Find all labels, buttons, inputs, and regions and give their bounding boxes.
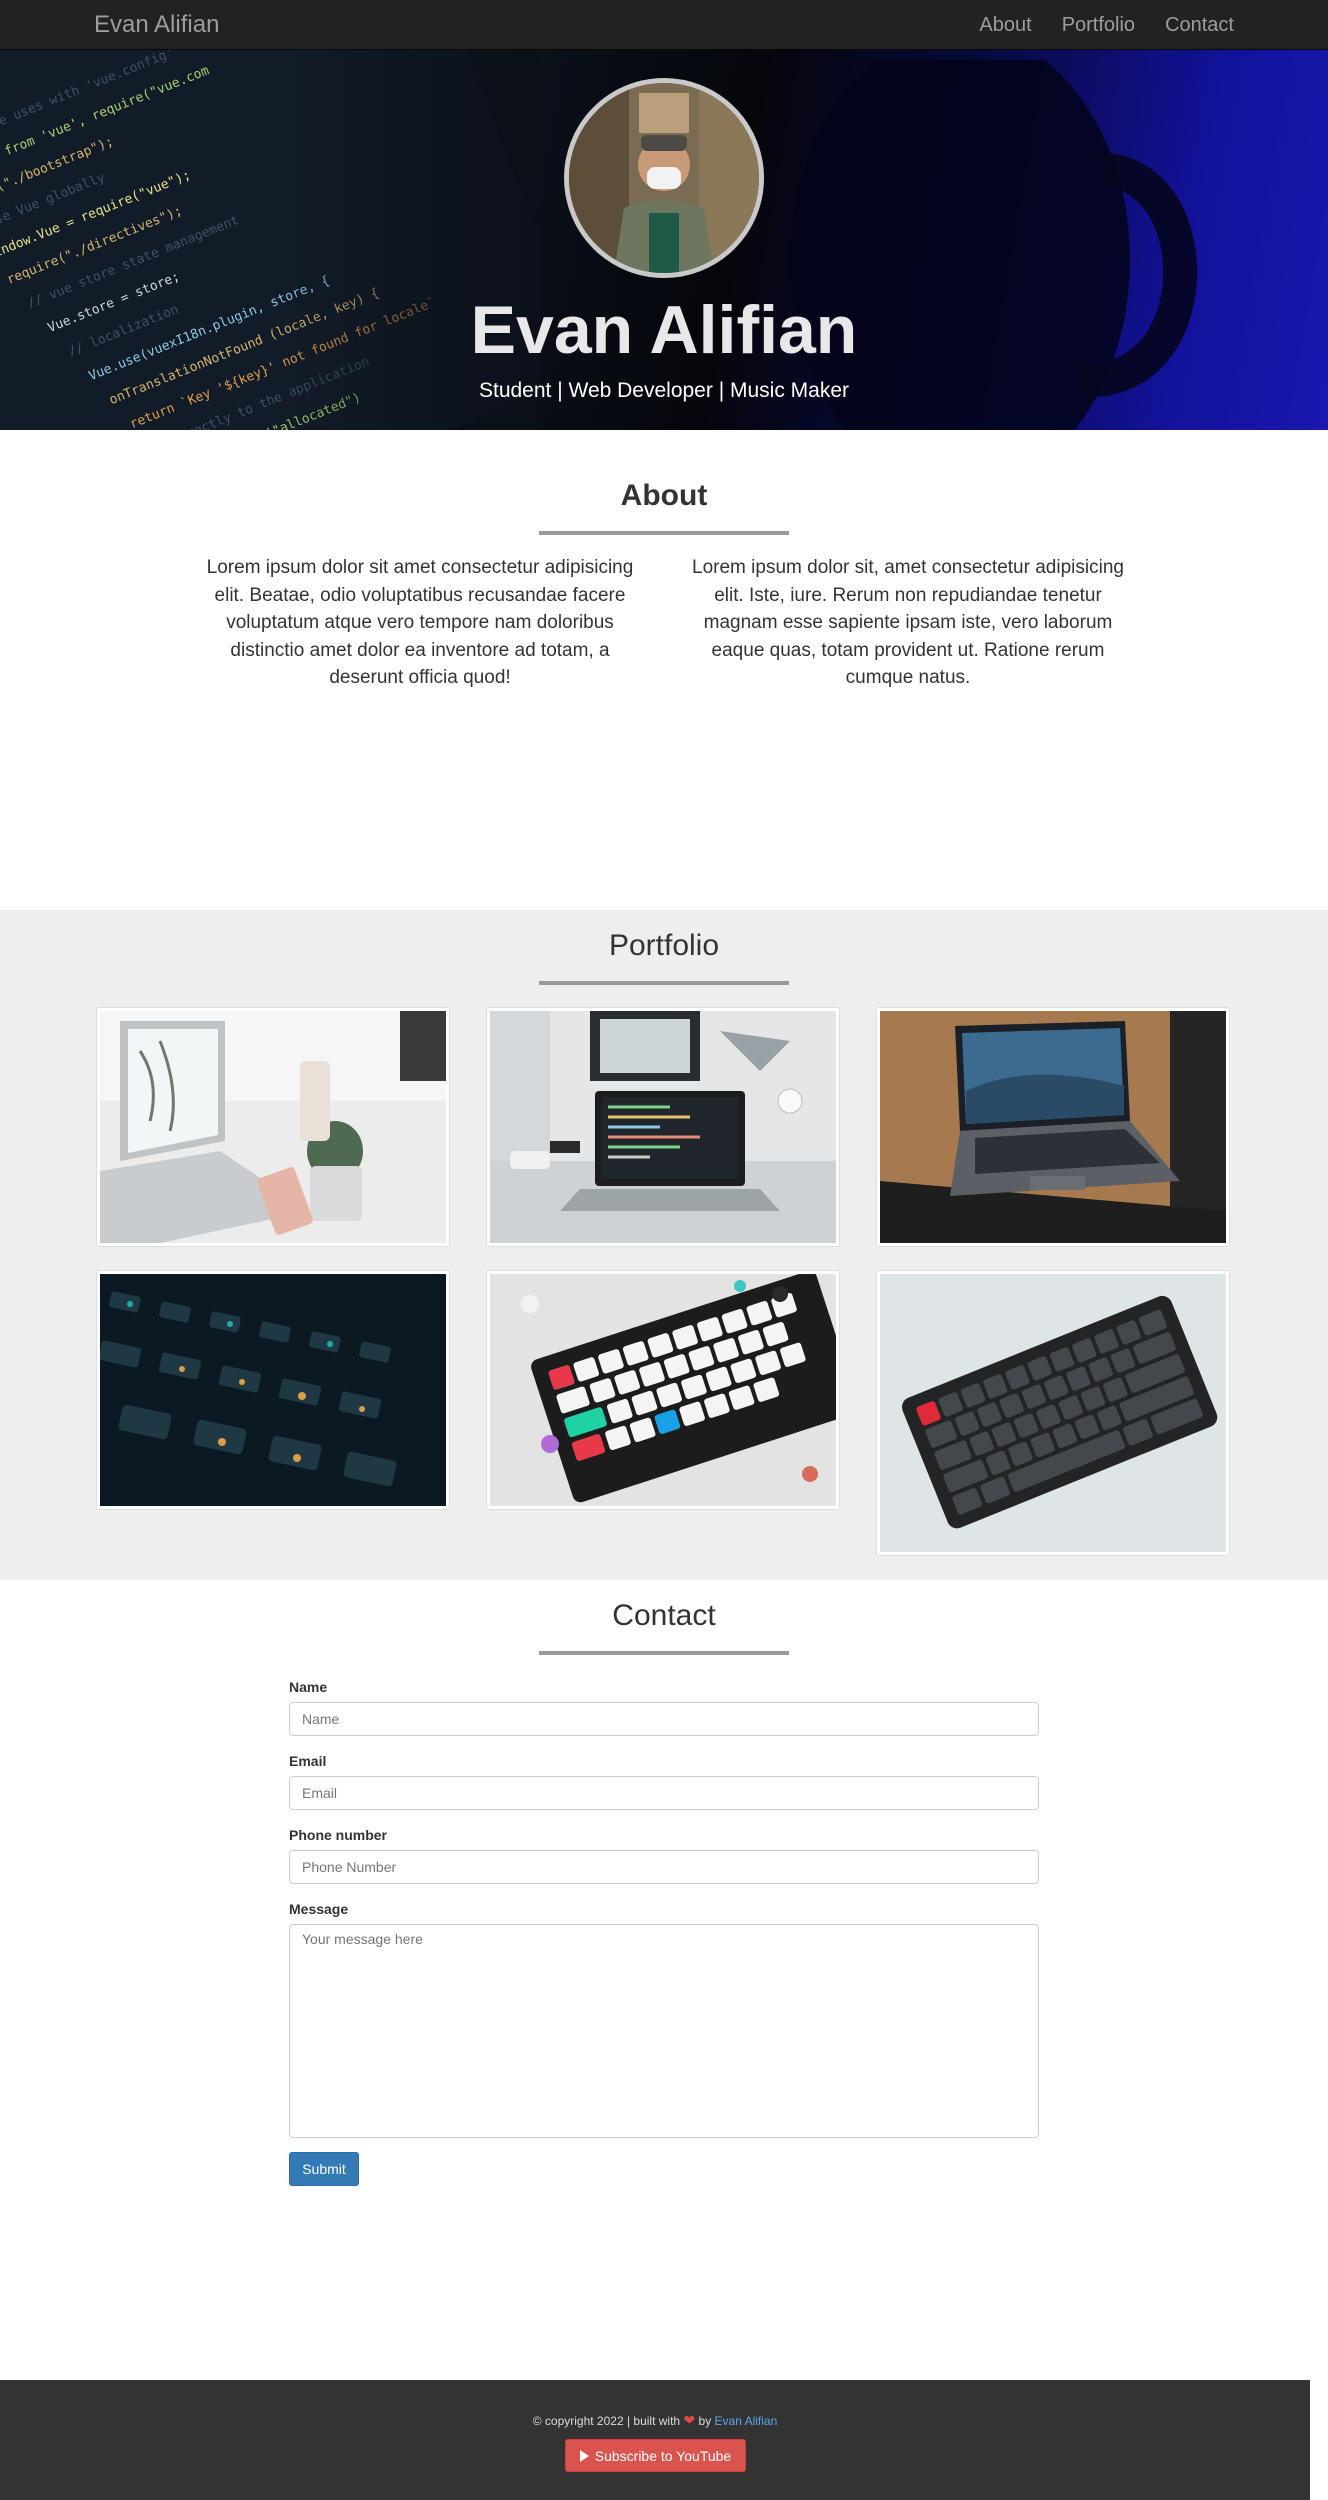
name-label: Name bbox=[289, 1679, 328, 1695]
footer: © copyright 2022 | built with ❤ by Evan … bbox=[0, 2380, 1310, 2500]
portfolio-thumbnail[interactable] bbox=[876, 1007, 1230, 1247]
name-field[interactable] bbox=[289, 1702, 1039, 1736]
portfolio-section: Portfolio bbox=[0, 910, 1328, 1580]
portfolio-thumbnail[interactable] bbox=[486, 1270, 840, 1510]
footer-copyright: © copyright 2022 | built with ❤ by Evan … bbox=[0, 2412, 1310, 2429]
portfolio-thumbnail[interactable] bbox=[96, 1007, 450, 1247]
subscribe-youtube-button[interactable]: Subscribe to YouTube bbox=[565, 2439, 746, 2472]
phone-label: Phone number bbox=[289, 1827, 388, 1843]
email-label: Email bbox=[289, 1753, 327, 1769]
profile-photo-icon bbox=[569, 83, 759, 273]
portfolio-thumbnail[interactable] bbox=[486, 1007, 840, 1247]
portfolio-title: Portfolio bbox=[608, 929, 720, 962]
nav-link-portfolio[interactable]: Portfolio bbox=[1062, 0, 1135, 50]
navbar: Evan Alifian About Portfolio Contact bbox=[0, 0, 1328, 50]
contact-section: Contact Name Email Phone number Message … bbox=[0, 1580, 1328, 2380]
navbar-links: About Portfolio Contact bbox=[949, 0, 1234, 50]
mug-background-image bbox=[790, 60, 1197, 430]
about-divider bbox=[539, 531, 789, 535]
portfolio-divider bbox=[539, 981, 789, 985]
avatar bbox=[564, 78, 764, 278]
copyright-by: by bbox=[698, 2414, 712, 2428]
email-field[interactable] bbox=[289, 1776, 1039, 1810]
heart-icon: ❤ bbox=[683, 2412, 696, 2428]
hero-tagline: Student | Web Developer | Music Maker bbox=[478, 379, 849, 402]
portfolio-thumbnail[interactable] bbox=[96, 1270, 450, 1510]
hero-jumbotron: // config file uses with 'vue.config' im… bbox=[0, 50, 1328, 430]
black-keyboard-photo-icon bbox=[880, 1274, 1226, 1552]
about-text-left: Lorem ipsum dolor sit amet consectetur a… bbox=[206, 557, 634, 688]
nav-link-about[interactable]: About bbox=[979, 0, 1031, 50]
mechanical-keyboard-colorful-photo-icon bbox=[490, 1274, 836, 1506]
submit-button[interactable]: Submit bbox=[289, 2152, 359, 2186]
code-background-image: // config file uses with 'vue.config' im… bbox=[0, 50, 540, 430]
navbar-brand[interactable]: Evan Alifian bbox=[94, 10, 219, 40]
contact-divider bbox=[539, 1651, 789, 1655]
message-field[interactable] bbox=[289, 1924, 1039, 2138]
portfolio-thumbnail[interactable] bbox=[876, 1270, 1230, 1556]
subscribe-label: Subscribe to YouTube bbox=[594, 2447, 732, 2464]
about-section: About Lorem ipsum dolor sit amet consect… bbox=[0, 430, 1328, 910]
macbook-wood-table-photo-icon bbox=[880, 1011, 1226, 1243]
author-link[interactable]: Evan Alifian bbox=[715, 2414, 778, 2428]
play-icon bbox=[579, 2449, 589, 2462]
laptop-code-desk-photo-icon bbox=[490, 1011, 836, 1243]
message-label: Message bbox=[289, 1901, 349, 1917]
copyright-text: © copyright 2022 | built with bbox=[532, 2414, 681, 2428]
about-text-right: Lorem ipsum dolor sit, amet consectetur … bbox=[692, 557, 1124, 688]
phone-field[interactable] bbox=[289, 1850, 1039, 1884]
about-title: About bbox=[620, 479, 708, 512]
backlit-keyboard-photo-icon bbox=[100, 1274, 446, 1506]
hero-name: Evan Alifian bbox=[470, 292, 858, 368]
nav-link-contact[interactable]: Contact bbox=[1165, 0, 1234, 50]
laptop-white-desk-photo-icon bbox=[100, 1011, 446, 1243]
contact-title: Contact bbox=[612, 1599, 716, 1632]
